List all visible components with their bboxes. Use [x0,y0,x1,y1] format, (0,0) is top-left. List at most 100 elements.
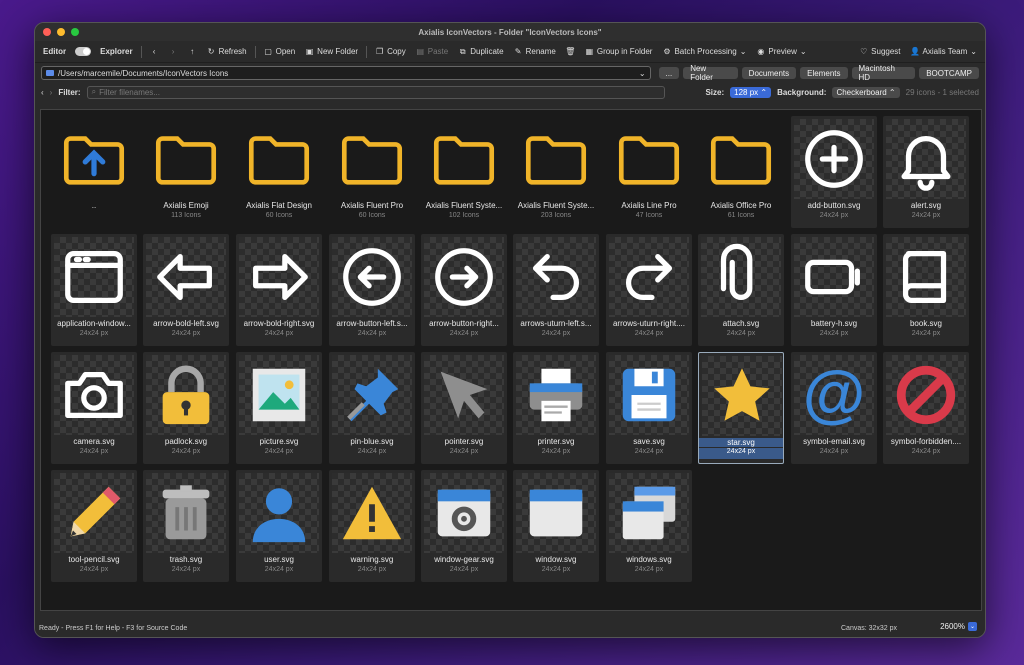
item-name: book.svg [909,319,943,328]
user-menu[interactable]: 👤 Axialis Team ⌄ [907,45,981,58]
path-more-button[interactable]: ... [658,67,680,79]
refresh-button[interactable]: ↻ Refresh [203,45,251,58]
star-icon [702,356,782,436]
editor-explorer-toggle[interactable] [75,47,92,56]
folder-item[interactable]: .. [51,116,137,228]
paste-button[interactable]: ▤ Paste [412,45,452,58]
icon-file-item[interactable]: window.svg 24x24 px [513,470,599,582]
toolbar: Editor Explorer ‹ › ↑ ↻ Refresh ▢ Open ▣ Ne… [35,41,985,63]
folder-item[interactable]: Axialis Fluent Syste... 203 Icons [513,116,599,228]
delete-button[interactable]: 🗑 [562,45,579,58]
icon-file-item[interactable]: battery-h.svg 24x24 px [791,234,877,346]
item-name: arrow-bold-left.svg [153,319,219,328]
icon-file-item[interactable]: pin-blue.svg 24x24 px [329,352,415,464]
zoom-dropdown-icon[interactable]: ⌄ [968,622,977,631]
folder-item[interactable]: Axialis Office Pro 61 Icons [698,116,784,228]
duplicate-button[interactable]: ⧉ Duplicate [454,45,507,58]
item-name: .. [91,201,97,210]
icon-file-item[interactable]: symbol-forbidden.... 24x24 px [883,352,969,464]
suggest-button[interactable]: ♡ Suggest [855,45,904,58]
icon-file-item[interactable]: add-button.svg 24x24 px [791,116,877,228]
item-name: trash.svg [169,555,203,564]
background-label: Background: [777,87,827,97]
filter-input[interactable]: ⌕ Filter filenames... [86,85,665,99]
background-select[interactable]: Checkerboard ⌃ [832,86,900,98]
folder-icon [239,119,319,199]
icon-file-item[interactable]: alert.svg 24x24 px [883,116,969,228]
copy-button[interactable]: ❐ Copy [371,45,410,58]
icon-file-item[interactable]: printer.svg 24x24 px [513,352,599,464]
path-input[interactable]: /Users/marcemile/Documents/IconVectors I… [41,66,651,80]
status-bar: Ready - Press F1 for Help - F3 for Sourc… [35,619,985,637]
batch-processing-button[interactable]: ⚙ Batch Processing ⌄ [658,45,750,58]
path-macintosh-hd-button[interactable]: Macintosh HD [851,64,916,82]
windows-icon [609,473,689,553]
icon-file-item[interactable]: save.svg 24x24 px [606,352,692,464]
search-icon: ⌕ [91,87,97,96]
icon-file-item[interactable]: @ symbol-email.svg 24x24 px [791,352,877,464]
group-in-folder-button[interactable]: ▦ Group in Folder [581,45,657,58]
chevron-right-icon: › [171,47,175,56]
icon-file-item[interactable]: application-window... 24x24 px [51,234,137,346]
icon-file-item[interactable]: camera.svg 24x24 px [51,352,137,464]
forward-button[interactable]: › [165,45,182,58]
icon-file-item[interactable]: windows.svg 24x24 px [606,470,692,582]
arrow-button-left-icon [332,237,412,317]
icon-file-item[interactable]: user.svg 24x24 px [236,470,322,582]
icon-file-item[interactable]: book.svg 24x24 px [883,234,969,346]
icon-file-item[interactable]: attach.svg 24x24 px [698,234,784,346]
path-bootcamp-button[interactable]: BOOTCAMP [919,67,979,79]
icon-file-item[interactable]: star.svg 24x24 px [698,352,784,464]
zoom-control[interactable]: 2600% ⌄ [940,622,977,631]
path-elements-button[interactable]: Elements [800,67,848,79]
preview-button[interactable]: ◉ Preview ⌄ [752,45,810,58]
icon-file-item[interactable]: arrow-button-right... 24x24 px [421,234,507,346]
svg-text:@: @ [803,360,866,429]
icon-file-item[interactable]: arrow-bold-left.svg 24x24 px [143,234,229,346]
item-detail: 203 Icons [540,212,572,219]
icon-file-item[interactable]: arrow-button-left.s... 24x24 px [329,234,415,346]
icon-file-item[interactable]: arrows-uturn-left.s... 24x24 px [513,234,599,346]
chevron-down-icon: ⌄ [970,47,977,56]
picture-icon [239,355,319,435]
path-documents-button[interactable]: Documents [741,67,797,79]
icon-file-item[interactable]: arrow-bold-right.svg 24x24 px [236,234,322,346]
attach-icon [701,237,781,317]
folder-item[interactable]: Axialis Fluent Syste... 102 Icons [421,116,507,228]
folder-icon [146,119,226,199]
icon-file-item[interactable]: picture.svg 24x24 px [236,352,322,464]
rename-button[interactable]: ✎ Rename [510,45,560,58]
icon-file-item[interactable]: window-gear.svg 24x24 px [421,470,507,582]
arrows-uturn-right-icon [609,237,689,317]
icon-file-item[interactable]: pointer.svg 24x24 px [421,352,507,464]
item-detail: 24x24 px [264,566,294,573]
icon-file-item[interactable]: tool-pencil.svg 24x24 px [51,470,137,582]
icon-file-item[interactable]: warning.svg 24x24 px [329,470,415,582]
item-detail: 113 Icons [171,212,201,219]
back-button[interactable]: ‹ [146,45,163,58]
up-button[interactable]: ↑ [184,45,201,58]
folder-item[interactable]: Axialis Line Pro 47 Icons [606,116,692,228]
book-icon [886,237,966,317]
open-icon: ▢ [264,47,272,56]
forward-button[interactable]: › [50,88,53,97]
eye-icon: ◉ [757,47,765,56]
item-detail: 24x24 px [911,330,941,337]
size-select[interactable]: 128 px ⌃ [730,86,772,98]
open-button[interactable]: ▢ Open [260,45,300,58]
folder-item[interactable]: Axialis Emoji 113 Icons [143,116,229,228]
item-name: Axialis Flat Design [246,201,312,210]
folder-item[interactable]: Axialis Fluent Pro 60 Icons [329,116,415,228]
new-folder-button[interactable]: ▣ New Folder [301,45,362,58]
item-name: star.svg [699,438,783,447]
folder-item[interactable]: Axialis Flat Design 60 Icons [236,116,322,228]
path-new-folder-button[interactable]: New Folder [683,64,738,82]
icon-file-item[interactable]: padlock.svg 24x24 px [143,352,229,464]
icon-file-item[interactable]: trash.svg 24x24 px [143,470,229,582]
item-detail: 24x24 px [541,330,571,337]
back-button[interactable]: ‹ [41,88,44,97]
item-name: Axialis Fluent Pro [340,201,404,210]
icon-file-item[interactable]: arrows-uturn-right.... 24x24 px [606,234,692,346]
item-name: Axialis Fluent Syste... [425,201,503,210]
item-detail: 24x24 px [819,330,849,337]
